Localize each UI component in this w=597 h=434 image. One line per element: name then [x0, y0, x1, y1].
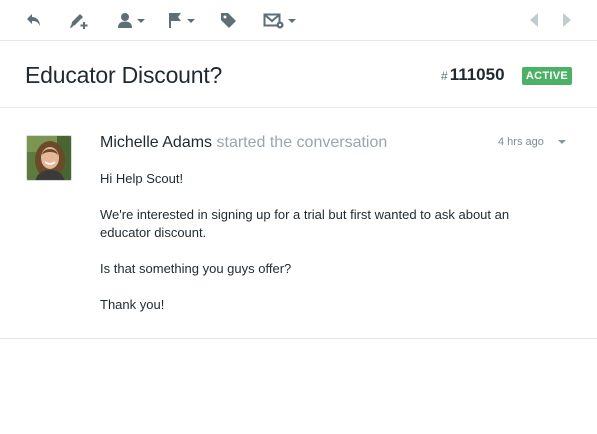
email-button[interactable] [261, 7, 297, 33]
previous-button[interactable] [526, 7, 542, 33]
arrow-left-icon [530, 13, 538, 27]
conversation-id: 111050 [449, 65, 505, 84]
thread-action: started the conversation [216, 134, 388, 151]
avatar-photo [27, 136, 71, 180]
timestamp: 4 hrs ago [498, 136, 544, 148]
message-paragraph: Is that something you guys offer? [100, 261, 292, 276]
chevron-down-icon [186, 19, 195, 23]
conversation-number: # 111050 [441, 65, 505, 85]
tag-icon [221, 13, 236, 28]
user-icon [117, 13, 132, 28]
chevron-down-icon [136, 19, 145, 23]
message-paragraph: Hi Help Scout! [100, 171, 184, 186]
conversation-subject: Educator Discount? [25, 62, 223, 88]
envelope-gear-icon [263, 13, 283, 29]
avatar [26, 135, 72, 181]
status-badge[interactable]: ACTIVE [522, 67, 572, 85]
message-paragraph: We're interested in signing up for a tri… [100, 207, 510, 240]
tag-button[interactable] [217, 7, 239, 33]
thread-message: Michelle Adams started the conversation … [0, 108, 597, 339]
next-button[interactable] [559, 7, 575, 33]
assign-button[interactable] [114, 7, 146, 33]
author-name[interactable]: Michelle Adams [100, 134, 212, 151]
thread-header: Michelle Adams started the conversation [100, 134, 387, 152]
flag-icon [168, 13, 181, 28]
flag-button[interactable] [165, 7, 195, 33]
note-button[interactable] [67, 7, 91, 33]
message-paragraph: Thank you! [100, 297, 165, 312]
pen-plus-icon [70, 14, 88, 29]
conversation-header: Educator Discount? # 111050 ACTIVE [0, 41, 597, 108]
toolbar [0, 0, 597, 41]
reply-button[interactable] [24, 7, 44, 33]
reply-icon [27, 14, 40, 26]
chevron-down-icon [287, 19, 296, 23]
arrow-right-icon [563, 13, 571, 27]
thread-menu-chevron-down-icon[interactable] [558, 140, 566, 144]
hash-symbol: # [441, 69, 448, 83]
message-body: Hi Help Scout! We're interested in signi… [100, 170, 560, 332]
